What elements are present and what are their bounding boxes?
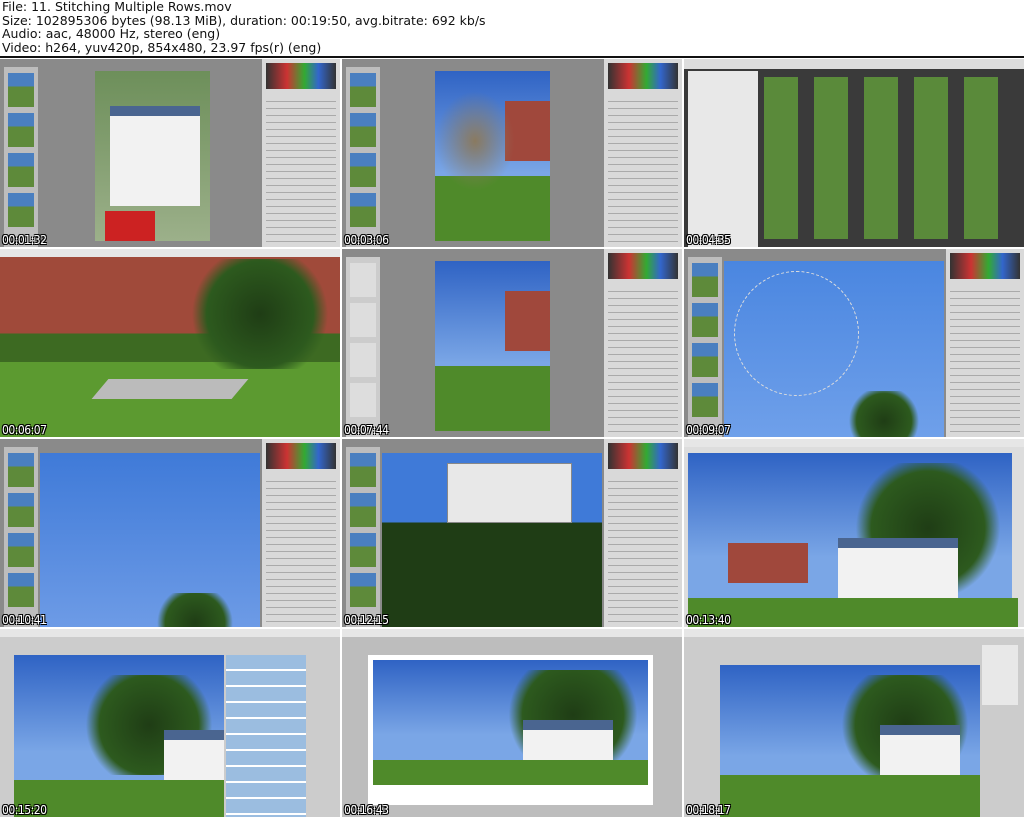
filmstrip [688,257,722,437]
thumbnail[interactable]: 00:09:07 [684,249,1024,437]
timestamp: 00:03:06 [344,233,389,247]
panorama-image [688,453,1018,627]
timestamp: 00:01:32 [2,233,47,247]
audio-info: Audio: aac, 48000 Hz, stereo (eng) [2,26,221,41]
workflow-options-dialog[interactable] [447,463,572,523]
timestamp: 00:06:07 [2,423,47,437]
folder-tree [688,71,758,247]
preview-image [435,261,550,431]
file-info: File: 11. Stitching Multiple Rows.mov Si… [2,0,486,54]
thumbnail[interactable]: 00:03:06 [342,59,682,247]
preview-image [435,71,550,241]
timestamp: 00:09:07 [686,423,731,437]
timestamp: 00:07:44 [344,423,389,437]
filmstrip [346,67,380,247]
adjust-panel [604,439,682,627]
timestamp: 00:16:43 [344,803,389,817]
thumbnail[interactable]: 00:18:17 [684,629,1024,817]
adjust-panel [262,59,340,247]
timestamp: 00:18:17 [686,803,731,817]
video-info: Video: h264, yuv420p, 854x480, 23.97 fps… [2,39,322,55]
thumbnail-grid: 00:01:32 00:03:06 00:04:35 00:06:07 00:0… [0,59,1024,817]
thumbnail-browser [764,77,1004,239]
file-size: Size: 102895306 bytes (98.13 MiB), durat… [2,12,486,28]
timestamp: 00:10:41 [2,613,47,627]
filmstrip [346,257,380,437]
layers-panel [226,655,306,817]
adjust-panel [604,59,682,247]
timestamp: 00:12:15 [344,613,389,627]
thumbnail[interactable]: 00:06:07 [0,249,340,437]
timestamp: 00:13:40 [686,613,731,627]
preview-image [40,453,260,627]
thumbnail[interactable]: 00:10:41 [0,439,340,627]
filmstrip [4,447,38,627]
divider [0,56,1024,58]
filmstrip [4,67,38,247]
thumbnail[interactable]: 00:04:35 [684,59,1024,247]
panels [982,645,1018,705]
thumbnail[interactable]: 00:07:44 [342,249,682,437]
canvas [368,655,653,805]
panorama-image [720,665,980,817]
file-name: File: 11. Stitching Multiple Rows.mov [2,0,232,14]
filmstrip [346,447,380,627]
thumbnail[interactable]: 00:12:15 [342,439,682,627]
timestamp: 00:04:35 [686,233,731,247]
panorama-image [14,655,224,817]
adjust-panel [262,439,340,627]
thumbnail[interactable]: 00:13:40 [684,439,1024,627]
thumbnail[interactable]: 00:16:43 [342,629,682,817]
preview-image [724,261,944,437]
adjust-panel [604,249,682,437]
preview-image [95,71,210,241]
timestamp: 00:15:20 [2,803,47,817]
thumbnail[interactable]: 00:01:32 [0,59,340,247]
adjust-panel [946,249,1024,437]
thumbnail[interactable]: 00:15:20 [0,629,340,817]
